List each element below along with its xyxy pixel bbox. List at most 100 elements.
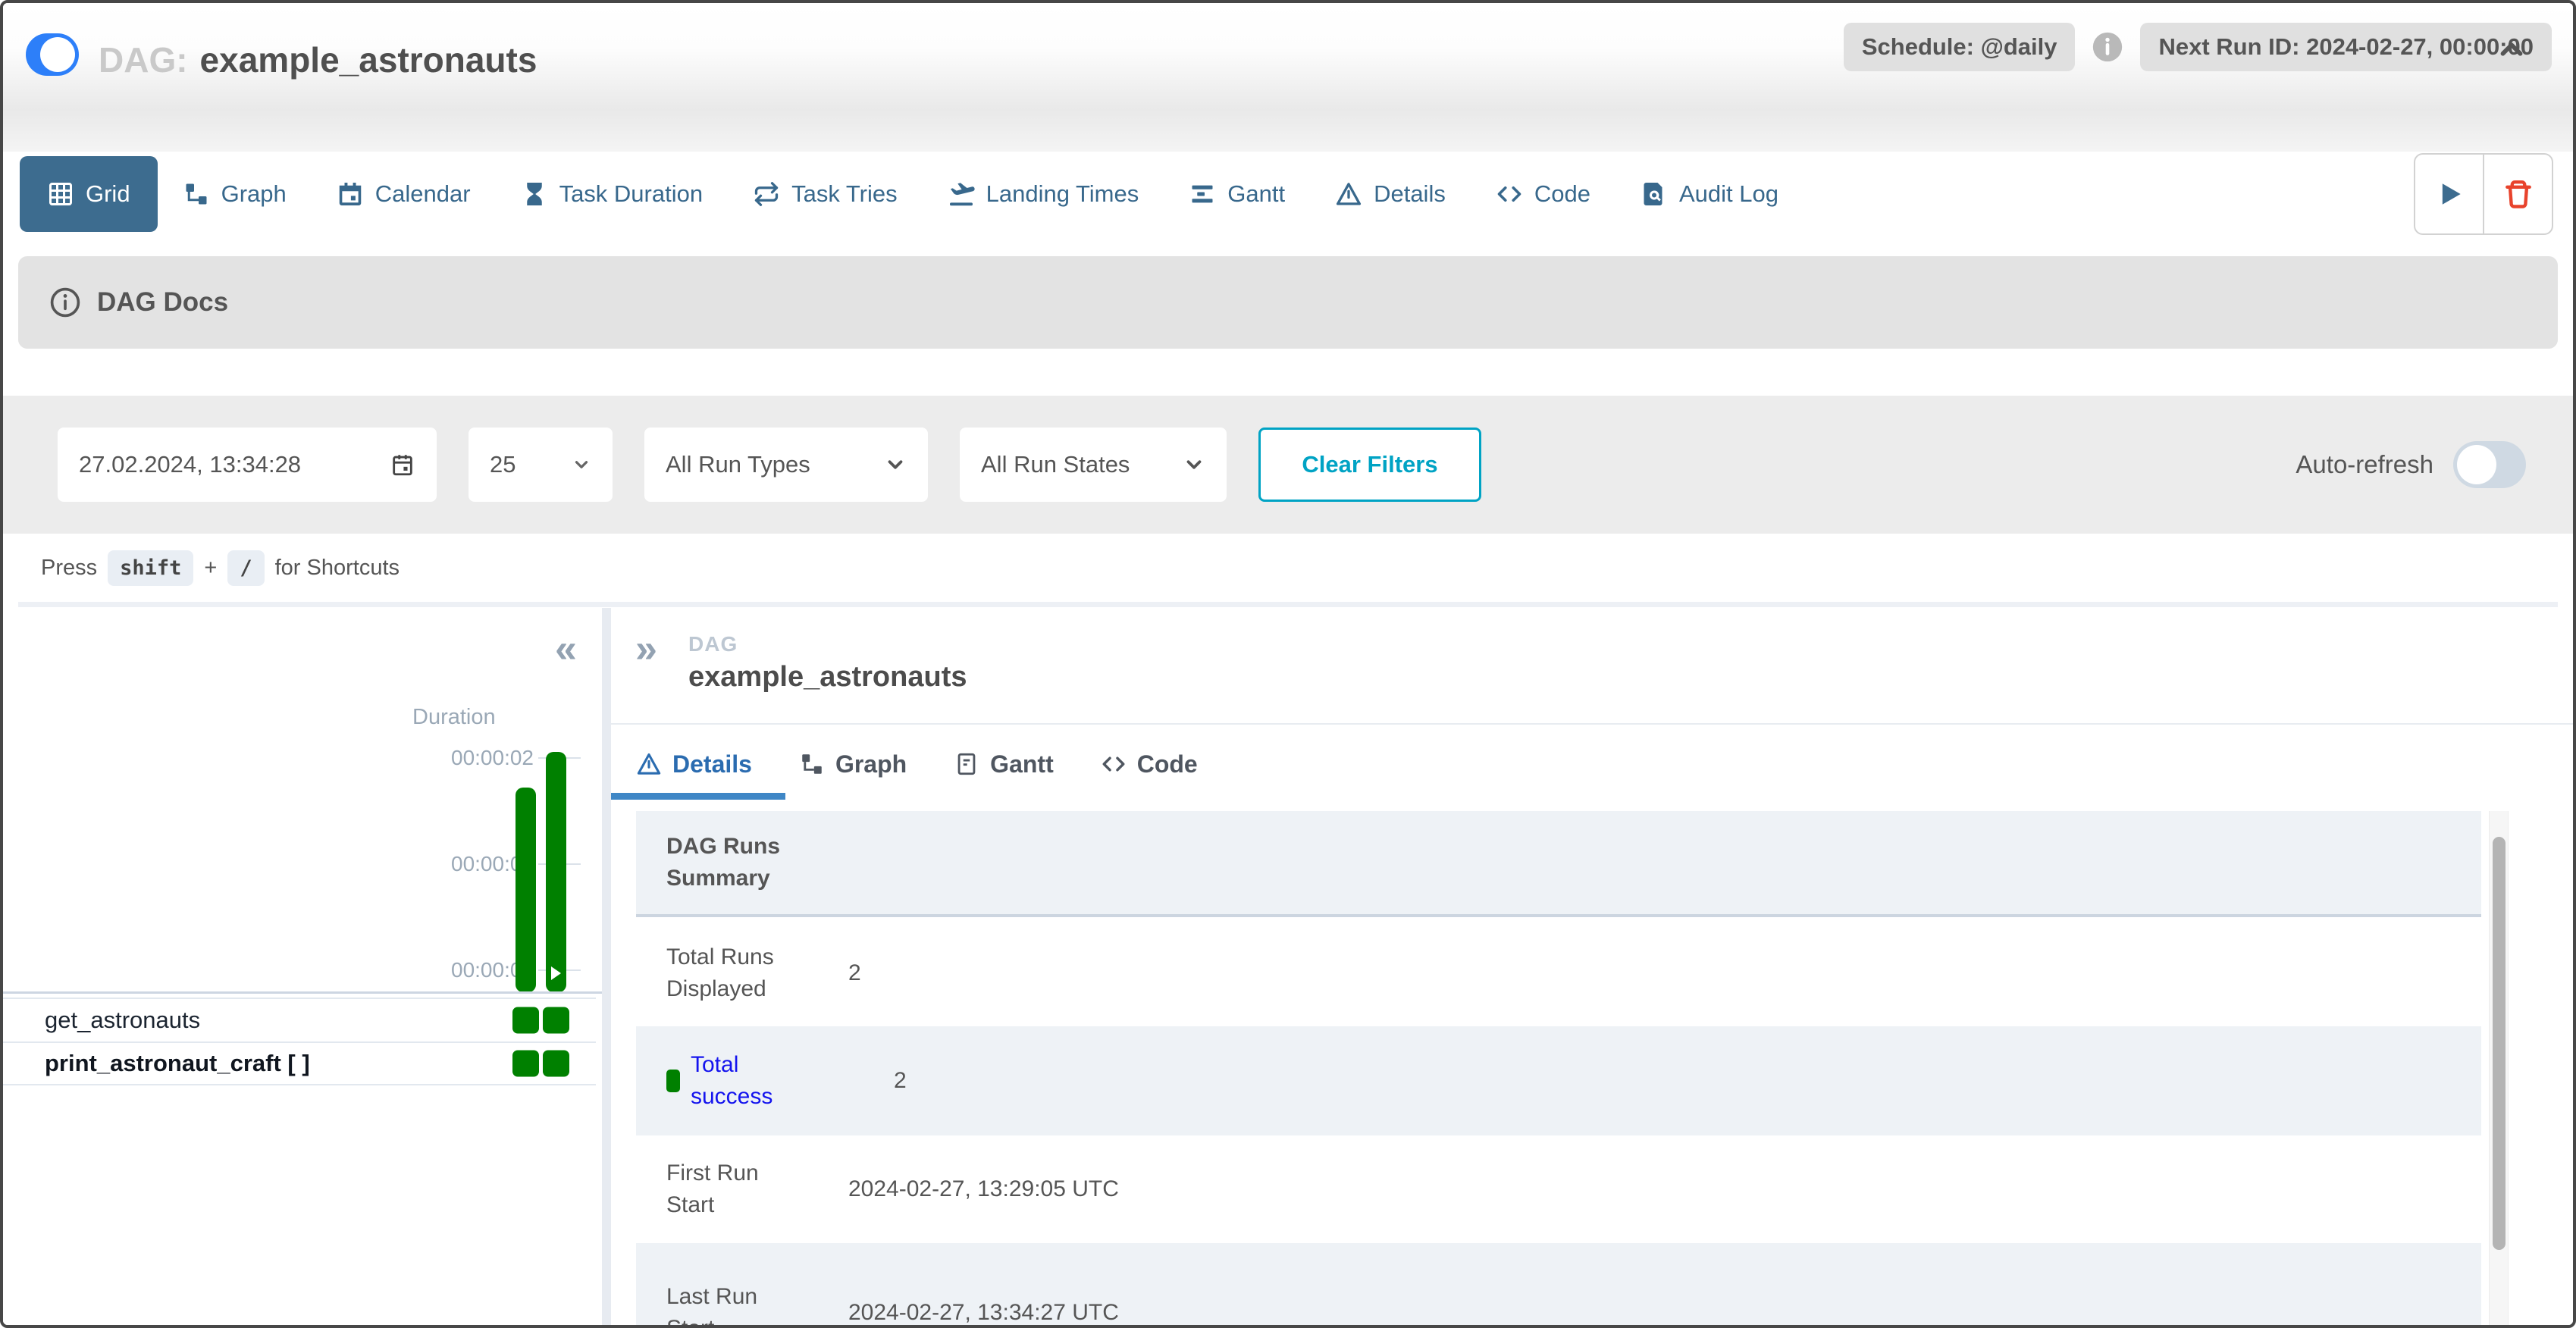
panel-tab-code[interactable]: Code bbox=[1101, 750, 1198, 778]
run-duration-bar[interactable] bbox=[546, 752, 566, 992]
table-row: Total success 2 bbox=[636, 1026, 2481, 1135]
run-types-select[interactable]: All Run Types bbox=[644, 428, 928, 502]
page-size-select[interactable]: 25 bbox=[469, 428, 613, 502]
info-icon[interactable] bbox=[2090, 30, 2125, 64]
calendar-icon bbox=[337, 180, 364, 208]
auto-refresh-toggle[interactable] bbox=[2453, 441, 2526, 488]
tab-details[interactable]: Details bbox=[1310, 156, 1471, 232]
axis-tick: 00:00:02 bbox=[451, 746, 534, 770]
filter-bar: 27.02.2024, 13:34:28 25 All Run Types Al… bbox=[3, 396, 2573, 534]
details-panel: » DAG example_astronauts Details Graph G… bbox=[611, 608, 2573, 1325]
tab-task-tries[interactable]: Task Tries bbox=[728, 156, 923, 232]
tab-audit-log-label: Audit Log bbox=[1679, 180, 1778, 208]
task-row[interactable]: print_astronaut_craft [ ] bbox=[3, 1041, 596, 1085]
panel-divider[interactable] bbox=[602, 608, 611, 1325]
run-states-select[interactable]: All Run States bbox=[960, 428, 1227, 502]
grid-panel: « Duration 00:00:02 00:00:01 00:00:00 ge… bbox=[3, 608, 602, 1325]
section-divider bbox=[18, 602, 2558, 607]
task-instance-square[interactable] bbox=[512, 1051, 539, 1077]
task-instance-square[interactable] bbox=[543, 1051, 569, 1077]
collapse-panel-icon[interactable]: « bbox=[555, 629, 577, 669]
graph-icon bbox=[799, 751, 825, 777]
total-success-link[interactable]: Total success bbox=[691, 1049, 789, 1113]
panel-rule bbox=[611, 723, 2573, 725]
chevron-down-icon bbox=[572, 455, 591, 475]
panel-tab-details[interactable]: Details bbox=[636, 750, 752, 778]
legend-row: Press shift + / for Shortcuts deferred f… bbox=[3, 534, 2573, 602]
panel-kicker: DAG bbox=[688, 632, 738, 656]
task-instance-square[interactable] bbox=[543, 1007, 569, 1034]
tab-task-tries-label: Task Tries bbox=[791, 180, 898, 208]
shift-key: shift bbox=[108, 550, 193, 586]
table-row: Total Runs Displayed 2 bbox=[636, 920, 2481, 1026]
expand-panel-icon[interactable]: » bbox=[635, 629, 657, 669]
chevron-down-icon bbox=[884, 453, 907, 476]
tab-grid-label: Grid bbox=[86, 180, 130, 208]
play-icon bbox=[2433, 177, 2466, 211]
task-row[interactable]: get_astronauts bbox=[3, 998, 596, 1041]
toggle-knob bbox=[2457, 445, 2496, 484]
run-duration-bar[interactable] bbox=[516, 788, 536, 992]
dag-docs-bar[interactable]: DAG Docs bbox=[18, 256, 2558, 349]
hourglass-icon bbox=[521, 180, 548, 208]
panel-tab-details-label: Details bbox=[672, 750, 752, 778]
slash-key: / bbox=[227, 550, 264, 586]
tab-calendar[interactable]: Calendar bbox=[312, 156, 496, 232]
panel-tab-gantt[interactable]: Gantt bbox=[954, 750, 1054, 778]
chevron-up-icon[interactable] bbox=[2494, 32, 2529, 67]
panel-tab-code-label: Code bbox=[1137, 750, 1198, 778]
dag-prefix-label: DAG: bbox=[99, 39, 188, 80]
base-date-input[interactable]: 27.02.2024, 13:34:28 bbox=[58, 428, 437, 502]
warning-triangle-icon bbox=[636, 751, 662, 777]
details-tabs: Details Graph Gantt Code bbox=[636, 735, 1198, 793]
active-tab-underline bbox=[611, 793, 785, 800]
table-header-label: DAG Runs Summary bbox=[636, 831, 833, 894]
info-circle-icon bbox=[49, 286, 82, 319]
duration-axis-label: Duration bbox=[412, 705, 496, 730]
page-header: DAG: example_astronauts Schedule: @daily… bbox=[3, 3, 2573, 152]
graph-icon bbox=[183, 180, 210, 208]
code-icon bbox=[1101, 751, 1127, 777]
table-row: First Run Start 2024-02-27, 13:29:05 UTC bbox=[636, 1135, 2481, 1243]
task-instance-square[interactable] bbox=[512, 1007, 539, 1034]
tab-gantt-label: Gantt bbox=[1227, 180, 1285, 208]
row-label: First Run Start bbox=[636, 1157, 803, 1221]
row-label: Total success bbox=[636, 1049, 863, 1113]
tab-audit-log[interactable]: Audit Log bbox=[1615, 156, 1804, 232]
row-value: 2024-02-27, 13:29:05 UTC bbox=[848, 1176, 1119, 1202]
delete-dag-button[interactable] bbox=[2483, 155, 2552, 233]
dag-pause-toggle[interactable] bbox=[26, 33, 79, 76]
panel-tab-graph[interactable]: Graph bbox=[799, 750, 907, 778]
tab-task-duration[interactable]: Task Duration bbox=[496, 156, 729, 232]
dag-docs-label: DAG Docs bbox=[97, 287, 228, 318]
trash-icon bbox=[2502, 177, 2535, 211]
tab-code[interactable]: Code bbox=[1471, 156, 1615, 232]
axis-baseline bbox=[3, 991, 602, 994]
toggle-knob bbox=[40, 37, 75, 72]
task-name[interactable]: print_astronaut_craft [ ] bbox=[45, 1050, 310, 1077]
tab-landing-times[interactable]: Landing Times bbox=[923, 156, 1164, 232]
grid-icon bbox=[47, 180, 74, 208]
dag-name: example_astronauts bbox=[200, 39, 537, 80]
tab-graph[interactable]: Graph bbox=[158, 156, 312, 232]
trigger-dag-button[interactable] bbox=[2415, 155, 2483, 233]
tab-details-label: Details bbox=[1374, 180, 1446, 208]
row-label: Last Run Start bbox=[636, 1281, 803, 1328]
table-row: Last Run Start 2024-02-27, 13:34:27 UTC bbox=[636, 1243, 2481, 1328]
task-name[interactable]: get_astronauts bbox=[45, 1007, 200, 1034]
panel-tab-gantt-label: Gantt bbox=[990, 750, 1054, 778]
gantt-doc-icon bbox=[954, 751, 979, 777]
row-label: Total Runs Displayed bbox=[636, 941, 818, 1005]
tab-gantt[interactable]: Gantt bbox=[1164, 156, 1310, 232]
tab-grid[interactable]: Grid bbox=[20, 156, 158, 232]
next-run-badge: Next Run ID: 2024-02-27, 00:00:00 bbox=[2140, 23, 2552, 71]
scrollbar-track[interactable] bbox=[2489, 811, 2509, 1325]
base-date-value: 27.02.2024, 13:34:28 bbox=[79, 451, 301, 478]
scrollbar-thumb[interactable] bbox=[2493, 837, 2505, 1250]
clear-filters-button[interactable]: Clear Filters bbox=[1258, 428, 1481, 502]
shortcut-press-label: Press bbox=[41, 556, 97, 581]
run-states-value: All Run States bbox=[981, 451, 1130, 478]
auto-refresh-label: Auto-refresh bbox=[2296, 450, 2433, 479]
tab-task-duration-label: Task Duration bbox=[559, 180, 704, 208]
shortcut-suffix-label: for Shortcuts bbox=[275, 556, 400, 581]
